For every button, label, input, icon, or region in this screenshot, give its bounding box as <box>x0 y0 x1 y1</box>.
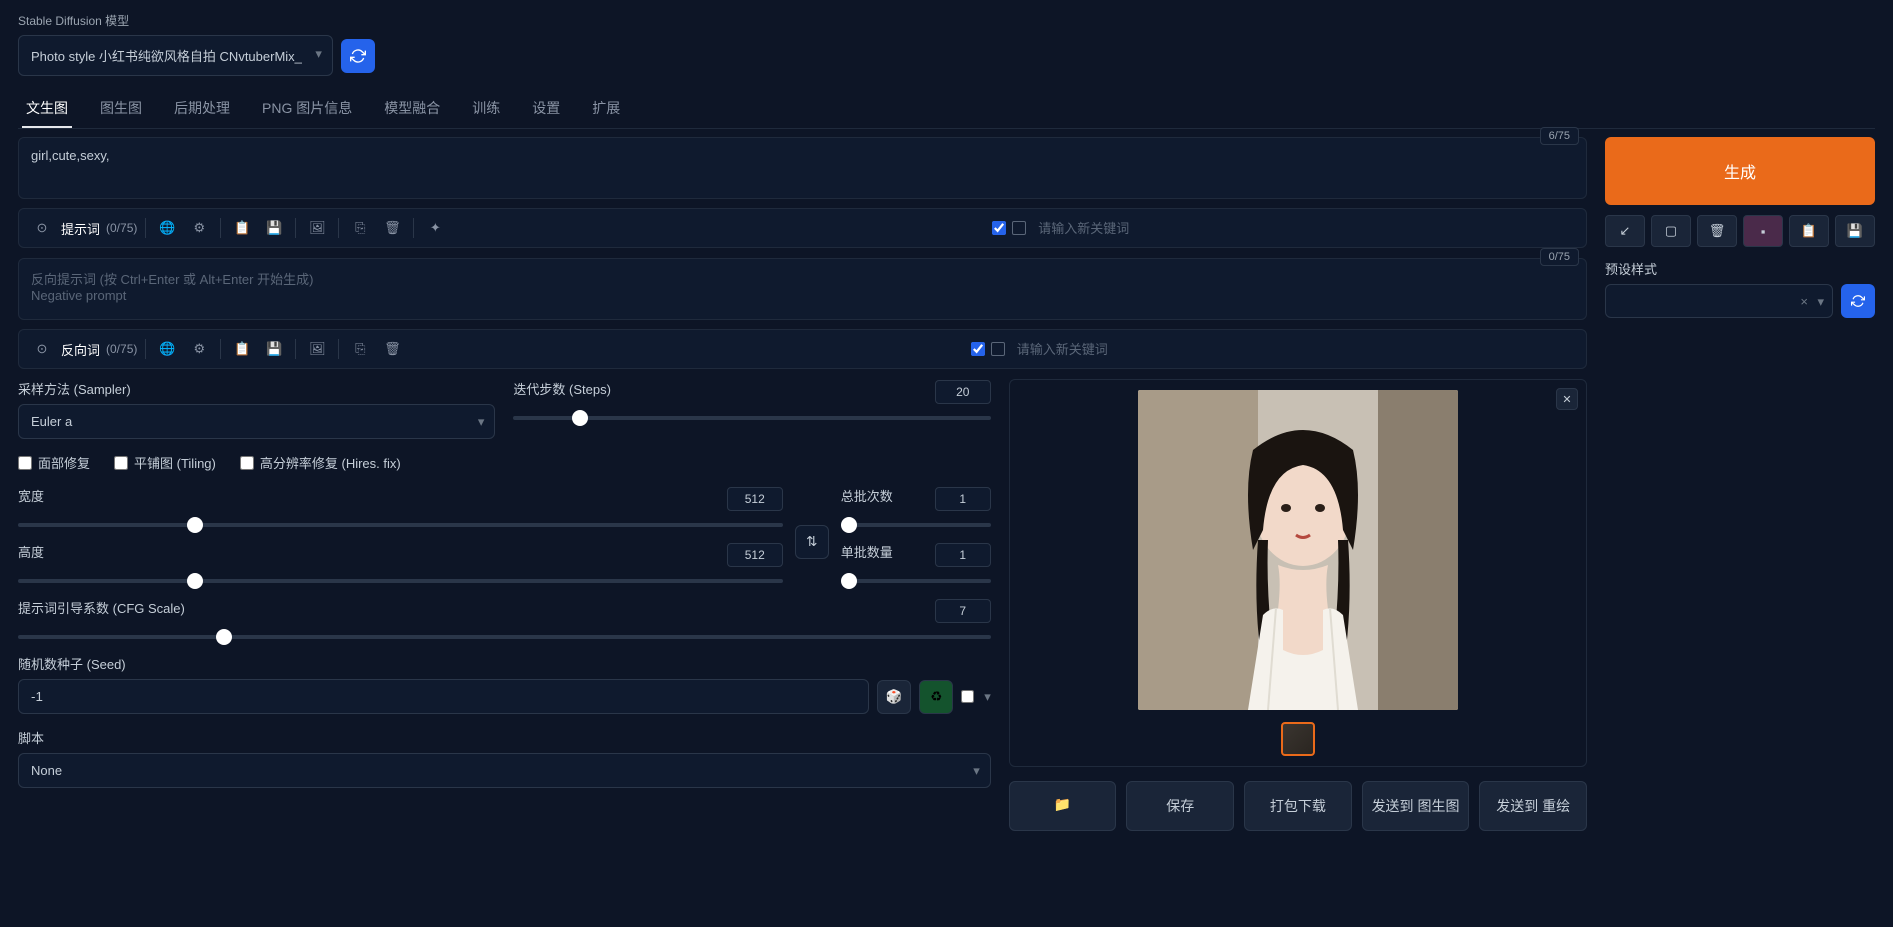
main-tabs: 文生图 图生图 后期处理 PNG 图片信息 模型融合 训练 设置 扩展 <box>18 90 1875 129</box>
negative-prompt-input[interactable] <box>18 258 1587 320</box>
generate-button[interactable]: 生成 <box>1605 137 1875 205</box>
preset-refresh-button[interactable] <box>1841 284 1875 318</box>
prompt-count: (0/75) <box>106 221 137 235</box>
send-inpaint-button[interactable]: 发送到 重绘 <box>1479 781 1587 831</box>
tab-txt2img[interactable]: 文生图 <box>22 90 72 128</box>
tab-pnginfo[interactable]: PNG 图片信息 <box>258 90 356 128</box>
copy-icon[interactable]: 📋 <box>229 215 255 241</box>
height-value[interactable]: 512 <box>727 543 783 567</box>
neg-keyword-input[interactable] <box>1011 338 1576 361</box>
seed-input[interactable] <box>18 679 869 714</box>
seed-extra-checkbox[interactable] <box>961 690 974 703</box>
prompt-input[interactable]: girl,cute,sexy, <box>18 137 1587 199</box>
batch-size-slider[interactable] <box>841 579 991 583</box>
preset-dropdown-icon: ▾ <box>1817 294 1824 310</box>
tiling-checkbox[interactable]: 平铺图 (Tiling) <box>114 453 216 472</box>
collapse-icon[interactable]: ⊙ <box>29 215 55 241</box>
neg-toolbar: ⊙ 反向词 (0/75) 🌐 ⚙ 📋 💾 🖼 ⎘ 🗑 <box>18 329 1587 369</box>
preset-label: 预设样式 <box>1605 259 1875 278</box>
model-header-label: Stable Diffusion 模型 <box>18 12 1875 29</box>
width-slider[interactable] <box>18 523 783 527</box>
swap-dims-button[interactable]: ⇅ <box>795 525 829 559</box>
tab-img2img[interactable]: 图生图 <box>96 90 146 128</box>
trash-neg-icon[interactable]: 🗑 <box>379 336 405 362</box>
output-preview: ✕ <box>1009 379 1587 767</box>
prompt-token-count: 6/75 <box>1540 127 1579 145</box>
script-select[interactable]: None <box>18 753 991 788</box>
ai-icon[interactable]: ✦ <box>422 215 448 241</box>
height-label: 高度 <box>18 542 44 561</box>
width-value[interactable]: 512 <box>727 487 783 511</box>
seed-reuse-button[interactable]: ♻ <box>919 680 953 714</box>
neg-label: 反向词 <box>61 340 100 359</box>
keyword-input[interactable] <box>1032 217 1576 240</box>
style-tool-button[interactable]: ▪ <box>1743 215 1783 247</box>
gear-icon[interactable]: ⚙ <box>186 215 212 241</box>
seed-random-button[interactable]: 🎲 <box>877 680 911 714</box>
copy-neg-icon[interactable]: 📋 <box>229 336 255 362</box>
preset-select[interactable]: × ▾ <box>1605 284 1833 318</box>
globe-icon[interactable]: 🌐 <box>154 215 180 241</box>
tab-settings[interactable]: 设置 <box>528 90 564 128</box>
script-label: 脚本 <box>18 728 991 747</box>
output-thumbnail[interactable] <box>1281 722 1315 756</box>
prompt-label: 提示词 <box>61 219 100 238</box>
save-button[interactable]: 保存 <box>1126 781 1234 831</box>
batch-count-slider[interactable] <box>841 523 991 527</box>
send-img2img-button[interactable]: 发送到 图生图 <box>1362 781 1470 831</box>
batch-count-label: 总批次数 <box>841 486 893 505</box>
preview-close-button[interactable]: ✕ <box>1556 388 1578 410</box>
image-icon[interactable]: 🖼 <box>304 215 330 241</box>
refresh-model-button[interactable] <box>341 39 375 73</box>
seed-caret-icon[interactable]: ▾ <box>984 689 991 705</box>
steps-slider[interactable] <box>513 416 990 420</box>
copy2-neg-icon[interactable]: ⎘ <box>347 336 373 362</box>
steps-label: 迭代步数 (Steps) <box>513 379 611 398</box>
neg-keyword-checkbox[interactable] <box>971 342 985 356</box>
output-image[interactable] <box>1138 390 1458 710</box>
batch-size-label: 单批数量 <box>841 542 893 561</box>
clipboard-tool-button[interactable]: 📋 <box>1789 215 1829 247</box>
width-label: 宽度 <box>18 486 44 505</box>
save-neg-icon[interactable]: 💾 <box>261 336 287 362</box>
tab-merge[interactable]: 模型融合 <box>380 90 444 128</box>
keyword-toggle[interactable] <box>1012 221 1026 235</box>
trash-tool-button[interactable]: 🗑 <box>1697 215 1737 247</box>
face-restore-checkbox[interactable]: 面部修复 <box>18 453 90 472</box>
sampler-select[interactable]: Euler a <box>18 404 495 439</box>
neg-token-count: 0/75 <box>1540 248 1579 266</box>
collapse-neg-icon[interactable]: ⊙ <box>29 336 55 362</box>
neg-keyword-toggle[interactable] <box>991 342 1005 356</box>
hires-checkbox[interactable]: 高分辨率修复 (Hires. fix) <box>240 453 401 472</box>
copy2-icon[interactable]: ⎘ <box>347 215 373 241</box>
cfg-slider[interactable] <box>18 635 991 639</box>
tab-train[interactable]: 训练 <box>468 90 504 128</box>
batch-count-value[interactable]: 1 <box>935 487 991 511</box>
arrow-tool-button[interactable]: ↙ <box>1605 215 1645 247</box>
preset-clear-icon[interactable]: × <box>1800 294 1808 309</box>
prompt-toolbar: ⊙ 提示词 (0/75) 🌐 ⚙ 📋 💾 🖼 ⎘ 🗑 ✦ <box>18 208 1587 248</box>
save-tool-button[interactable]: 💾 <box>1835 215 1875 247</box>
cfg-label: 提示词引导系数 (CFG Scale) <box>18 598 185 617</box>
gear-neg-icon[interactable]: ⚙ <box>186 336 212 362</box>
batch-size-value[interactable]: 1 <box>935 543 991 567</box>
tab-extras[interactable]: 后期处理 <box>170 90 234 128</box>
keyword-checkbox[interactable] <box>992 221 1006 235</box>
clear-tool-button[interactable]: ▢ <box>1651 215 1691 247</box>
image-neg-icon[interactable]: 🖼 <box>304 336 330 362</box>
model-select[interactable]: Photo style 小红书纯欲风格自拍 CNvtuberMix_ <box>18 35 333 76</box>
steps-value[interactable]: 20 <box>935 380 991 404</box>
height-slider[interactable] <box>18 579 783 583</box>
folder-button[interactable]: 📁 <box>1009 781 1117 831</box>
neg-count: (0/75) <box>106 342 137 356</box>
tab-extensions[interactable]: 扩展 <box>588 90 624 128</box>
trash-icon[interactable]: 🗑 <box>379 215 405 241</box>
seed-label: 随机数种子 (Seed) <box>18 654 991 673</box>
zip-button[interactable]: 打包下载 <box>1244 781 1352 831</box>
globe-neg-icon[interactable]: 🌐 <box>154 336 180 362</box>
cfg-value[interactable]: 7 <box>935 599 991 623</box>
save-icon[interactable]: 💾 <box>261 215 287 241</box>
sampler-label: 采样方法 (Sampler) <box>18 379 495 398</box>
